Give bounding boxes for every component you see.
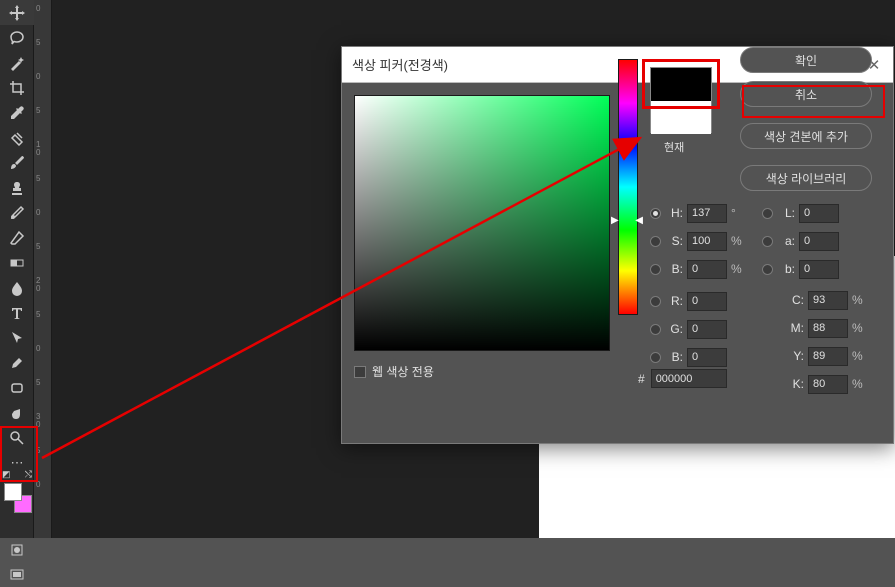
m-label: M: <box>786 321 804 335</box>
b-hsb-unit: % <box>731 262 745 276</box>
vertical-ruler: 0 5 0 5 1 0 5 0 5 2 0 5 0 5 3 0 5 0 <box>34 0 52 538</box>
move-tool[interactable] <box>0 0 34 25</box>
r-radio[interactable] <box>650 296 661 307</box>
blur-tool[interactable] <box>0 275 34 300</box>
crop-tool[interactable] <box>0 75 34 100</box>
color-preview <box>650 67 712 133</box>
hex-row: # <box>638 369 727 388</box>
ok-button[interactable]: 확인 <box>740 47 872 73</box>
r-input[interactable] <box>687 292 727 311</box>
s-radio[interactable] <box>650 236 661 247</box>
lasso-tool[interactable] <box>0 25 34 50</box>
h-input[interactable] <box>687 204 727 223</box>
r-label: R: <box>665 294 683 308</box>
tools-panel: ⋯ ◩ ⤭ <box>0 0 34 538</box>
stamp-tool[interactable] <box>0 175 34 200</box>
screenmode-tool[interactable] <box>0 562 34 587</box>
history-brush-tool[interactable] <box>0 200 34 225</box>
g-radio[interactable] <box>650 324 661 335</box>
s-input[interactable] <box>687 232 727 251</box>
k-label: K: <box>786 377 804 391</box>
l-radio[interactable] <box>762 208 773 219</box>
k-unit: % <box>852 377 866 391</box>
a-label: a: <box>777 234 795 248</box>
b-lab-input[interactable] <box>799 260 839 279</box>
pen-tool[interactable] <box>0 350 34 375</box>
k-input[interactable] <box>808 375 848 394</box>
saturation-value-field[interactable] <box>354 95 610 351</box>
hex-label: # <box>638 372 645 386</box>
m-unit: % <box>852 321 866 335</box>
web-colors-label: 웹 색상 전용 <box>372 363 434 380</box>
current-color-swatch[interactable] <box>651 101 711 134</box>
b-rgb-radio[interactable] <box>650 352 661 363</box>
c-unit: % <box>852 293 866 307</box>
shape-tool[interactable] <box>0 375 34 400</box>
hue-slider[interactable] <box>618 59 638 315</box>
b-hsb-label: B: <box>665 262 683 276</box>
b-rgb-input[interactable] <box>687 348 727 367</box>
h-radio[interactable] <box>650 208 661 219</box>
add-swatch-button[interactable]: 색상 견본에 추가 <box>740 123 872 149</box>
b-lab-label: b: <box>777 262 795 276</box>
cancel-button[interactable]: 취소 <box>740 81 872 107</box>
swap-colors-icon[interactable]: ⤭ <box>25 469 32 480</box>
g-input[interactable] <box>687 320 727 339</box>
b-hsb-radio[interactable] <box>650 264 661 275</box>
y-unit: % <box>852 349 866 363</box>
wand-tool[interactable] <box>0 50 34 75</box>
g-label: G: <box>665 322 683 336</box>
quickmask-tool[interactable] <box>0 537 34 562</box>
eyedropper-tool[interactable] <box>0 100 34 125</box>
a-input[interactable] <box>799 232 839 251</box>
cmyk-fields: C: % M: % Y: % K: % <box>786 286 866 398</box>
l-input[interactable] <box>799 204 839 223</box>
eraser-tool[interactable] <box>0 225 34 250</box>
brush-tool[interactable] <box>0 150 34 175</box>
new-color-swatch[interactable] <box>651 68 711 101</box>
gradient-tool[interactable] <box>0 250 34 275</box>
hex-input[interactable] <box>651 369 727 388</box>
c-input[interactable] <box>808 291 848 310</box>
path-tool[interactable] <box>0 325 34 350</box>
current-color-label: 현재 <box>664 139 684 155</box>
y-label: Y: <box>786 349 804 363</box>
color-swatches[interactable]: ◩ ⤭ <box>0 481 34 529</box>
color-picker-dialog: 색상 피커(전경색) ✕ 새 웹 색상 전용 ▶◀ 현재 확인 취소 색상 견본… <box>341 46 894 444</box>
color-libraries-button[interactable]: 색상 라이브러리 <box>740 165 872 191</box>
healing-tool[interactable] <box>0 125 34 150</box>
m-input[interactable] <box>808 319 848 338</box>
type-tool[interactable] <box>0 300 34 325</box>
foreground-swatch[interactable] <box>4 483 22 501</box>
h-unit: ° <box>731 206 745 220</box>
s-unit: % <box>731 234 745 248</box>
b-lab-radio[interactable] <box>762 264 773 275</box>
y-input[interactable] <box>808 347 848 366</box>
hand-tool[interactable] <box>0 400 34 425</box>
b-hsb-input[interactable] <box>687 260 727 279</box>
default-colors-icon[interactable]: ◩ <box>2 469 11 480</box>
b-rgb-label: B: <box>665 350 683 364</box>
web-colors-checkbox[interactable] <box>354 366 366 378</box>
zoom-tool[interactable] <box>0 425 34 450</box>
l-label: L: <box>777 206 795 220</box>
h-label: H: <box>665 206 683 220</box>
dialog-title-text: 색상 피커(전경색) <box>352 55 448 74</box>
s-label: S: <box>665 234 683 248</box>
hue-slider-thumb[interactable]: ▶◀ <box>611 215 643 225</box>
a-radio[interactable] <box>762 236 773 247</box>
c-label: C: <box>786 293 804 307</box>
